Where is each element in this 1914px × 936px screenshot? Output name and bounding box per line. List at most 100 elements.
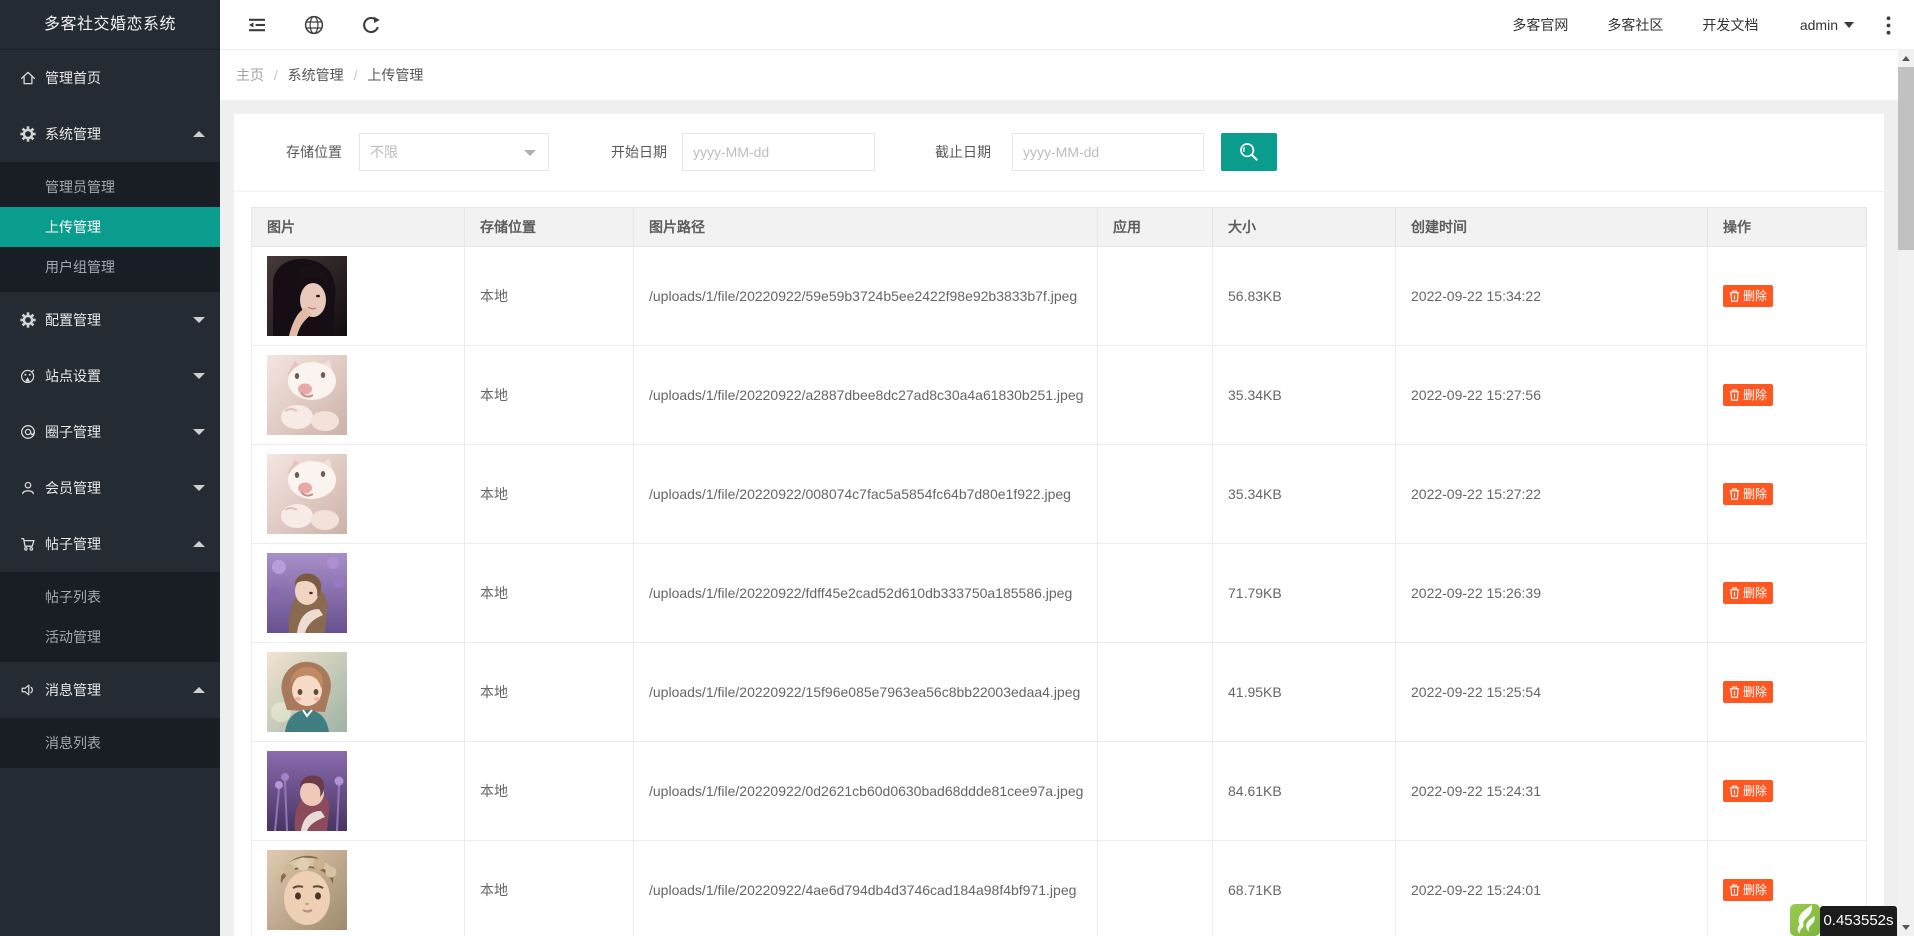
sidebar-item-home[interactable]: 管理首页	[0, 50, 220, 106]
sidebar-item-activity-manage[interactable]: 活动管理	[0, 617, 220, 657]
sidebar-item-message-list[interactable]: 消息列表	[0, 723, 220, 763]
sidebar-item-site[interactable]: 站点设置	[0, 348, 220, 404]
cell-size: 84.61KB	[1213, 742, 1396, 841]
upload-thumbnail[interactable]	[267, 751, 464, 831]
sidebar-item-circle[interactable]: 圈子管理	[0, 404, 220, 460]
sidebar-item-usergroup-manage[interactable]: 用户组管理	[0, 247, 220, 287]
link-official-site[interactable]: 多客官网	[1512, 15, 1568, 35]
chevron-down-icon[interactable]	[1844, 22, 1854, 28]
upload-thumbnail[interactable]	[267, 553, 464, 633]
table-row: 本地/uploads/1/file/20220922/15f96e085e796…	[252, 643, 1867, 742]
delete-label: 删除	[1743, 879, 1767, 901]
col-image: 图片	[252, 208, 465, 247]
start-date-input[interactable]	[682, 133, 875, 171]
breadcrumb-current: 上传管理	[367, 67, 423, 83]
at-icon	[20, 424, 36, 440]
table-row: 本地/uploads/1/file/20220922/4ae6d794db4d3…	[252, 841, 1867, 936]
upload-thumbnail[interactable]	[267, 850, 464, 930]
cell-image	[252, 742, 465, 841]
refresh-button[interactable]	[351, 0, 391, 50]
upload-thumbnail[interactable]	[267, 454, 464, 534]
user-menu[interactable]: admin	[1800, 17, 1838, 33]
sidebar-item-member[interactable]: 会员管理	[0, 460, 220, 516]
delete-button[interactable]: 删除	[1723, 483, 1773, 505]
sidebar-submenu-post: 帖子列表 活动管理	[0, 572, 220, 662]
storage-select-value: 不限	[370, 134, 398, 170]
gear-icon	[20, 126, 36, 142]
sidebar-item-system[interactable]: 系统管理	[0, 106, 220, 162]
breadcrumb-separator: /	[354, 67, 358, 83]
link-dev-docs[interactable]: 开发文档	[1702, 15, 1758, 35]
user-icon	[20, 480, 36, 496]
refresh-icon	[362, 16, 381, 35]
cell-app	[1098, 643, 1213, 742]
cell-storage: 本地	[465, 346, 634, 445]
upload-thumbnail[interactable]	[267, 256, 464, 336]
sidebar-item-label: 圈子管理	[45, 404, 101, 460]
storage-select[interactable]: 不限	[359, 133, 549, 171]
delete-button[interactable]: 删除	[1723, 879, 1773, 901]
thinkphp-debug-time[interactable]: 0.453552s	[1820, 906, 1897, 936]
delete-button[interactable]: 删除	[1723, 582, 1773, 604]
sidebar-item-message[interactable]: 消息管理	[0, 662, 220, 718]
upload-thumbnail[interactable]	[267, 652, 464, 732]
delete-button[interactable]: 删除	[1723, 681, 1773, 703]
breadcrumb-home[interactable]: 主页	[236, 67, 264, 83]
sidebar-item-admin-manage[interactable]: 管理员管理	[0, 167, 220, 207]
uploads-table: 图片 存储位置 图片路径 应用 大小 创建时间 操作 本地/uploads/1/…	[251, 207, 1867, 936]
cell-image	[252, 247, 465, 346]
sidebar-nav: 管理首页 系统管理 管理员管理 上传管理 用户组管理 配置管理 站点设置 圈子管…	[0, 50, 220, 768]
sidebar: 多客社交婚恋系统 管理首页 系统管理 管理员管理 上传管理 用户组管理 配置管理…	[0, 0, 220, 936]
trash-icon	[1729, 290, 1740, 302]
upload-thumbnail[interactable]	[267, 355, 464, 435]
chevron-up-icon	[193, 541, 205, 547]
cell-storage: 本地	[465, 643, 634, 742]
delete-label: 删除	[1743, 582, 1767, 604]
delete-label: 删除	[1743, 681, 1767, 703]
cell-actions: 删除	[1708, 445, 1867, 544]
breadcrumb-separator: /	[274, 67, 278, 83]
thinkphp-debug-logo[interactable]	[1790, 904, 1820, 936]
col-actions: 操作	[1708, 208, 1867, 247]
sidebar-item-post[interactable]: 帖子管理	[0, 516, 220, 572]
collapse-sidebar-button[interactable]	[237, 0, 277, 50]
delete-label: 删除	[1743, 483, 1767, 505]
cell-created: 2022-09-22 15:25:54	[1396, 643, 1708, 742]
end-date-input[interactable]	[1012, 133, 1204, 171]
cell-storage: 本地	[465, 247, 634, 346]
cell-size: 41.95KB	[1213, 643, 1396, 742]
cell-size: 35.34KB	[1213, 346, 1396, 445]
scrollbar-thumb[interactable]	[1898, 67, 1914, 250]
cell-storage: 本地	[465, 445, 634, 544]
cell-path: /uploads/1/file/20220922/4ae6d794db4d374…	[634, 841, 1098, 936]
sidebar-submenu-message: 消息列表	[0, 718, 220, 768]
scroll-down-arrow[interactable]	[1898, 919, 1914, 936]
cell-storage: 本地	[465, 841, 634, 936]
uploads-table-wrap: 图片 存储位置 图片路径 应用 大小 创建时间 操作 本地/uploads/1/…	[251, 207, 1867, 936]
cart-icon	[20, 536, 36, 552]
sidebar-item-label: 管理首页	[45, 50, 101, 106]
language-globe-button[interactable]	[294, 0, 334, 50]
breadcrumb-system: 系统管理	[288, 67, 344, 83]
chevron-down-icon	[193, 485, 205, 491]
sidebar-item-post-list[interactable]: 帖子列表	[0, 577, 220, 617]
vertical-scrollbar[interactable]	[1898, 50, 1914, 936]
sidebar-item-label: 配置管理	[45, 292, 101, 348]
delete-button[interactable]: 删除	[1723, 384, 1773, 406]
scroll-up-arrow[interactable]	[1898, 50, 1914, 67]
gear-icon	[20, 312, 36, 328]
cell-created: 2022-09-22 15:24:01	[1396, 841, 1708, 936]
trash-icon	[1729, 488, 1740, 500]
sidebar-item-label: 会员管理	[45, 460, 101, 516]
sidebar-item-config[interactable]: 配置管理	[0, 292, 220, 348]
delete-button[interactable]: 删除	[1723, 285, 1773, 307]
start-date-label: 开始日期	[611, 133, 667, 171]
search-button[interactable]	[1221, 133, 1277, 171]
speaker-icon	[20, 682, 36, 698]
chevron-up-icon	[193, 687, 205, 693]
table-row: 本地/uploads/1/file/20220922/a2887dbee8dc2…	[252, 346, 1867, 445]
sidebar-item-upload-manage[interactable]: 上传管理	[0, 207, 220, 247]
delete-button[interactable]: 删除	[1723, 780, 1773, 802]
link-community[interactable]: 多客社区	[1607, 15, 1663, 35]
more-menu-button[interactable]	[1876, 16, 1900, 35]
